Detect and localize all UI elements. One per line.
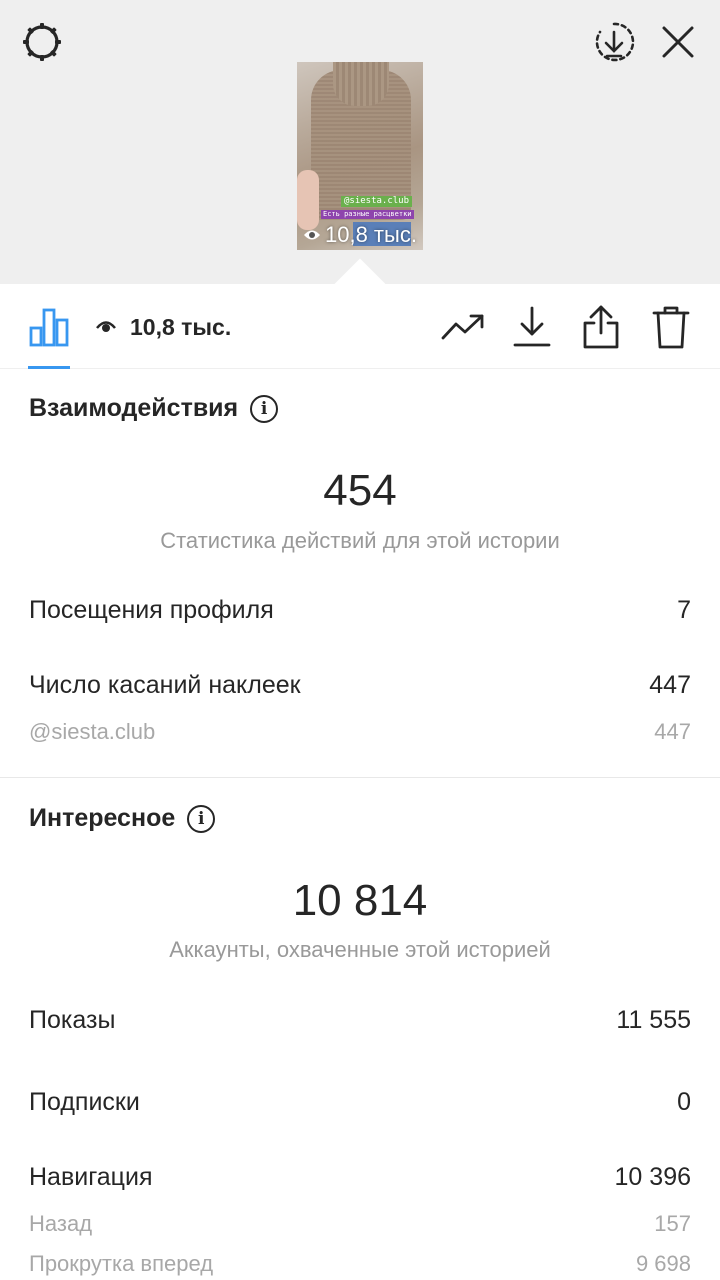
stat-subrow-forward: Прокрутка вперед 9 698 — [29, 1251, 691, 1277]
eye-icon — [304, 230, 320, 240]
stat-subrow-back: Назад 157 — [29, 1211, 691, 1237]
interactions-title: Взаимодействия — [29, 394, 239, 422]
stat-row-impressions: Показы 11 555 — [29, 1006, 691, 1035]
stat-label: Прокрутка вперед — [29, 1251, 214, 1276]
info-icon[interactable]: i — [250, 394, 279, 423]
stat-row-profile-visits: Посещения профиля 7 — [29, 596, 691, 625]
toolbar-views: 10,8 тыс. — [96, 312, 231, 342]
interactions-section-title: Взаимодействия i — [29, 394, 279, 423]
discovery-total: 10 814 — [292, 876, 428, 925]
stat-value: 7 — [677, 596, 691, 624]
hand-image — [297, 170, 319, 230]
stat-label: Посещения профиля — [29, 596, 274, 624]
info-icon[interactable]: i — [187, 804, 216, 833]
stat-row-follows: Подписки 0 — [29, 1088, 691, 1117]
stat-label: Назад — [29, 1211, 93, 1236]
share-icon[interactable] — [578, 304, 624, 350]
mention-sticker: @siesta.club — [341, 196, 413, 207]
thumbnail-view-count: 10,8 тыс. — [303, 222, 417, 248]
stat-label: Показы — [29, 1006, 116, 1034]
stat-label: Число касаний наклеек — [29, 671, 301, 699]
story-thumbnail[interactable]: @siesta.club Есть разные расцветки 10,8 … — [297, 62, 423, 250]
insights-toolbar: 10,8 тыс. — [0, 284, 720, 369]
stat-value: 9 698 — [635, 1251, 691, 1276]
stat-row-sticker-taps: Число касаний наклеек 447 — [29, 671, 691, 700]
active-tab-indicator — [28, 366, 70, 369]
stat-row-navigation: Навигация 10 396 — [29, 1163, 691, 1192]
close-icon[interactable] — [654, 18, 702, 66]
stat-value: 447 — [649, 671, 691, 699]
delete-trash-icon[interactable] — [648, 304, 694, 350]
section-divider — [0, 777, 720, 778]
discovery-caption: Аккаунты, охваченные этой историей — [169, 937, 551, 962]
stat-value: 447 — [654, 719, 691, 744]
story-preview-area: @siesta.club Есть разные расцветки 10,8 … — [0, 0, 720, 284]
thumbnail-views-label: 10,8 тыс. — [325, 222, 417, 247]
discovery-section-title: Интересное i — [29, 804, 216, 833]
interactions-caption: Статистика действий для этой истории — [160, 528, 560, 553]
settings-gear-icon[interactable] — [18, 18, 66, 66]
stat-value: 157 — [654, 1211, 691, 1236]
text-sticker: Есть разные расцветки — [321, 210, 414, 219]
stat-value: 10 396 — [614, 1163, 691, 1191]
stat-label: Подписки — [29, 1088, 140, 1116]
eye-icon — [96, 321, 116, 332]
views-label: 10,8 тыс. — [130, 313, 232, 340]
stat-label: Навигация — [29, 1163, 153, 1191]
stat-value: 0 — [677, 1088, 691, 1116]
stat-subrow-sticker-handle: @siesta.club 447 — [29, 719, 691, 745]
discovery-title: Интересное — [29, 804, 176, 832]
save-circle-icon[interactable] — [590, 18, 638, 66]
sweater-collar-image — [333, 62, 389, 106]
interactions-total: 454 — [323, 466, 397, 515]
stat-label: @siesta.club — [29, 719, 156, 744]
stat-value: 11 555 — [616, 1006, 691, 1034]
download-icon[interactable] — [509, 304, 555, 350]
trending-icon[interactable] — [440, 304, 486, 350]
bar-chart-icon[interactable] — [26, 304, 72, 350]
